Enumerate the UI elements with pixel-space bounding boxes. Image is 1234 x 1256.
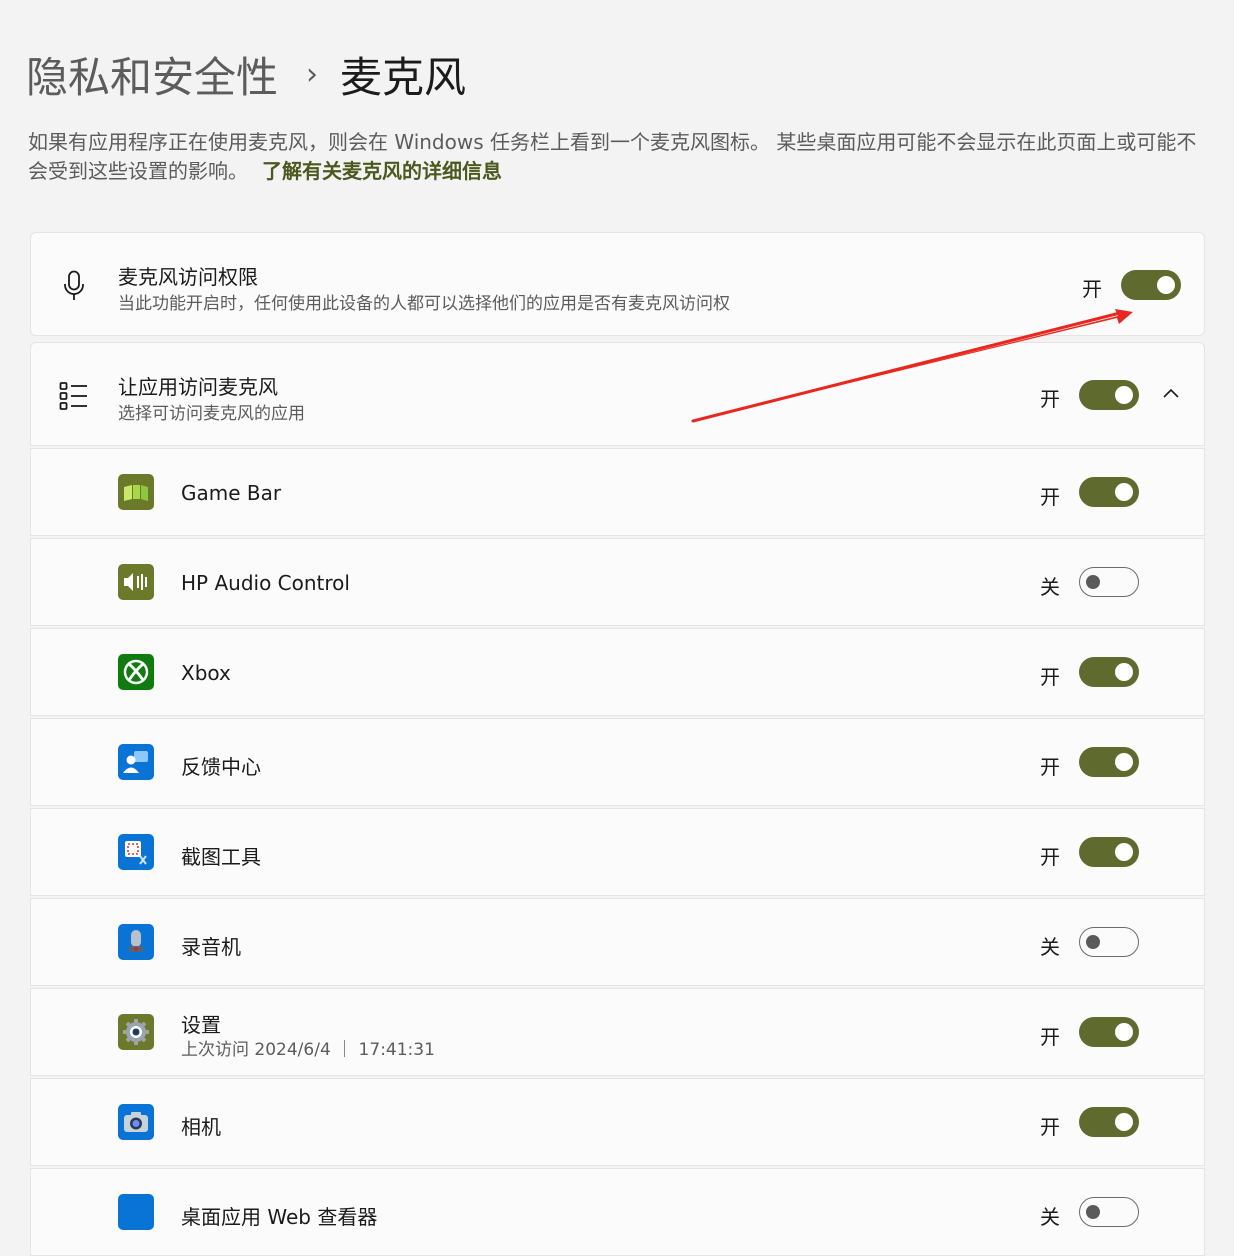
app-state: 开 <box>1040 485 1060 509</box>
app-row-snipping-tool: 截图工具 开 <box>30 808 1205 896</box>
breadcrumb-separator-icon: › <box>306 56 319 92</box>
app-state: 开 <box>1040 1025 1060 1049</box>
app-row-feedback-hub: 反馈中心 开 <box>30 718 1205 806</box>
chevron-up-icon[interactable] <box>1160 383 1182 405</box>
breadcrumb-parent[interactable]: 隐私和安全性 <box>26 44 278 105</box>
app-state: 开 <box>1040 845 1060 869</box>
page-description: 如果有应用程序正在使用麦克风，则会在 Windows 任务栏上看到一个麦克风图标… <box>28 128 1208 186</box>
app-name: 设置 <box>181 1013 221 1037</box>
app-list-icon <box>59 379 89 413</box>
snipping-tool-icon <box>118 834 154 870</box>
app-access-card[interactable]: 让应用访问麦克风 选择可访问麦克风的应用 开 <box>30 342 1205 446</box>
app-row-voice-recorder: 录音机 关 <box>30 898 1205 986</box>
microphone-access-title: 麦克风访问权限 <box>118 265 258 289</box>
feedback-hub-icon <box>118 744 154 780</box>
hp-audio-control-toggle[interactable] <box>1079 567 1139 597</box>
settings-toggle[interactable] <box>1079 1017 1139 1047</box>
learn-more-link[interactable]: 了解有关麦克风的详细信息 <box>262 159 502 183</box>
app-last-access: 上次访问 2024/6/4 ｜ 17:41:31 <box>181 1040 435 1060</box>
app-state: 开 <box>1040 665 1060 689</box>
app-access-state: 开 <box>1040 387 1060 411</box>
app-row-game-bar: Game Bar 开 <box>30 448 1205 536</box>
web-viewer-icon <box>118 1194 154 1230</box>
app-row-web-viewer: 桌面应用 Web 查看器 关 <box>30 1168 1205 1256</box>
app-access-subtitle: 选择可访问麦克风的应用 <box>118 404 305 424</box>
app-name: 录音机 <box>181 935 241 959</box>
breadcrumb: 隐私和安全性 › 麦克风 <box>26 44 466 104</box>
settings-gear-icon <box>118 1014 154 1050</box>
app-row-hp-audio-control: HP Audio Control 关 <box>30 538 1205 626</box>
app-state: 开 <box>1040 1115 1060 1139</box>
app-row-xbox: Xbox 开 <box>30 628 1205 716</box>
app-state: 开 <box>1040 755 1060 779</box>
microphone-access-toggle[interactable] <box>1121 270 1181 300</box>
app-name: 桌面应用 Web 查看器 <box>181 1205 378 1229</box>
game-bar-toggle[interactable] <box>1079 477 1139 507</box>
microphone-icon <box>59 269 89 303</box>
app-state: 关 <box>1040 935 1060 959</box>
hp-audio-icon <box>118 564 154 600</box>
app-access-title: 让应用访问麦克风 <box>118 375 278 399</box>
web-viewer-toggle[interactable] <box>1079 1197 1139 1227</box>
microphone-access-card: 麦克风访问权限 当此功能开启时，任何使用此设备的人都可以选择他们的应用是否有麦克… <box>30 232 1205 336</box>
app-name: Xbox <box>181 661 231 685</box>
app-row-settings: 设置 上次访问 2024/6/4 ｜ 17:41:31 开 <box>30 988 1205 1076</box>
xbox-toggle[interactable] <box>1079 657 1139 687</box>
app-name: Game Bar <box>181 481 282 505</box>
description-text: 如果有应用程序正在使用麦克风，则会在 Windows 任务栏上看到一个麦克风图标… <box>28 130 1197 183</box>
camera-icon <box>118 1104 154 1140</box>
game-bar-icon <box>118 474 154 510</box>
app-name: 截图工具 <box>181 845 261 869</box>
feedback-hub-toggle[interactable] <box>1079 747 1139 777</box>
xbox-icon <box>118 654 154 690</box>
camera-toggle[interactable] <box>1079 1107 1139 1137</box>
app-access-toggle[interactable] <box>1079 380 1139 410</box>
voice-recorder-toggle[interactable] <box>1079 927 1139 957</box>
app-state: 关 <box>1040 575 1060 599</box>
app-name: 相机 <box>181 1115 221 1139</box>
app-row-camera: 相机 开 <box>30 1078 1205 1166</box>
page-title: 麦克风 <box>340 52 467 102</box>
snipping-tool-toggle[interactable] <box>1079 837 1139 867</box>
microphone-access-subtitle: 当此功能开启时，任何使用此设备的人都可以选择他们的应用是否有麦克风访问权 <box>118 294 730 314</box>
app-name: HP Audio Control <box>181 571 350 595</box>
voice-recorder-icon <box>118 924 154 960</box>
app-state: 关 <box>1040 1205 1060 1229</box>
microphone-access-state: 开 <box>1082 277 1102 301</box>
app-name: 反馈中心 <box>181 755 261 779</box>
